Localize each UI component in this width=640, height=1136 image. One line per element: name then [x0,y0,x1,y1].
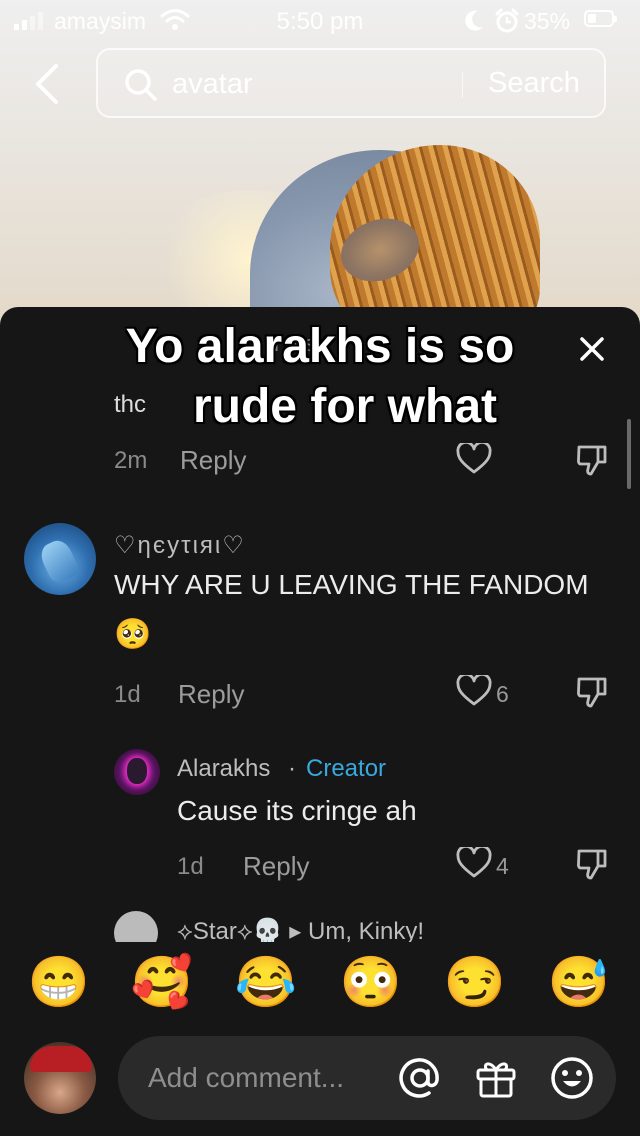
reply-button[interactable]: Reply [178,679,244,710]
search-button[interactable]: Search [488,67,580,100]
comment-text: Cause its cringe ah [177,795,417,826]
comment-time: 2m [114,447,148,474]
thumbs-down-icon [576,445,607,476]
avatar[interactable] [24,523,96,595]
close-button[interactable] [572,329,612,369]
smiley-icon [551,1057,593,1099]
thumbs-down-icon [576,677,607,708]
chevron-left-icon [36,64,58,104]
heart-outline-icon [456,672,492,706]
like-count: 4 [496,853,509,879]
search-input[interactable] [172,66,442,102]
search-bar[interactable]: Search [96,48,606,118]
creator-badge: Creator [306,755,387,782]
dislike-button[interactable] [576,675,608,714]
comment-time: 1d [177,853,204,880]
comment-input[interactable] [148,1060,378,1096]
dislike-button[interactable] [576,847,608,886]
emoji-laugh-button[interactable]: 😂 [234,950,298,1014]
at-sign-icon [399,1058,439,1098]
close-icon [580,337,604,361]
emoji-flushed-button[interactable]: 😳 [339,950,403,1014]
emoji-smirk-button[interactable]: 😏 [443,950,507,1014]
emoji-picker-button[interactable] [548,1054,596,1107]
my-avatar[interactable] [24,1042,96,1114]
status-bar: amaysim 5:50 pm 35% [0,0,640,42]
separator-dot: · [288,755,296,782]
like-button[interactable] [456,844,492,884]
gift-icon [476,1062,516,1098]
comment-time: 1d [114,681,141,708]
emoji-sweat-smile-button[interactable]: 😅 [547,950,611,1014]
heart-outline-icon [456,844,492,878]
pleading-face-emoji: 🥺 [114,618,152,651]
comment-composer[interactable] [118,1036,616,1120]
caption-line-1: Yo alarakhs is so [125,320,515,373]
comment-username[interactable]: ♡ηєуτιяι♡ [114,531,246,560]
emoji-hearts-button[interactable]: 🥰 [130,950,194,1014]
video-caption-overlay: Yo alarakhs is so rude for what [0,317,640,437]
gift-button[interactable] [472,1054,520,1107]
search-divider [462,72,463,98]
alarm-icon [494,8,520,40]
like-button[interactable] [456,672,492,712]
reply-button[interactable]: Reply [243,851,309,882]
battery-percent: 35% [524,8,571,34]
emoji-quick-bar: 😁 🥰 😂 😳 😏 😅 [0,942,640,1022]
mention-button[interactable] [396,1054,444,1107]
like-count: 6 [496,681,509,707]
heart-outline-icon [456,440,492,474]
comment-text: WHY ARE U LEAVING THE FANDOM [114,569,589,600]
thumbs-down-icon [576,849,607,880]
dislike-button[interactable] [576,443,608,482]
reply-button[interactable]: Reply [180,445,246,476]
comment-username[interactable]: Alarakhs [177,755,270,783]
back-button[interactable] [30,62,70,106]
moon-icon [462,8,486,40]
battery-icon [584,10,617,27]
like-button[interactable] [456,440,492,480]
avatar[interactable] [114,749,160,795]
search-icon [124,68,158,107]
emoji-grin-button[interactable]: 😁 [27,950,91,1014]
caption-line-2: rude for what [192,380,497,433]
